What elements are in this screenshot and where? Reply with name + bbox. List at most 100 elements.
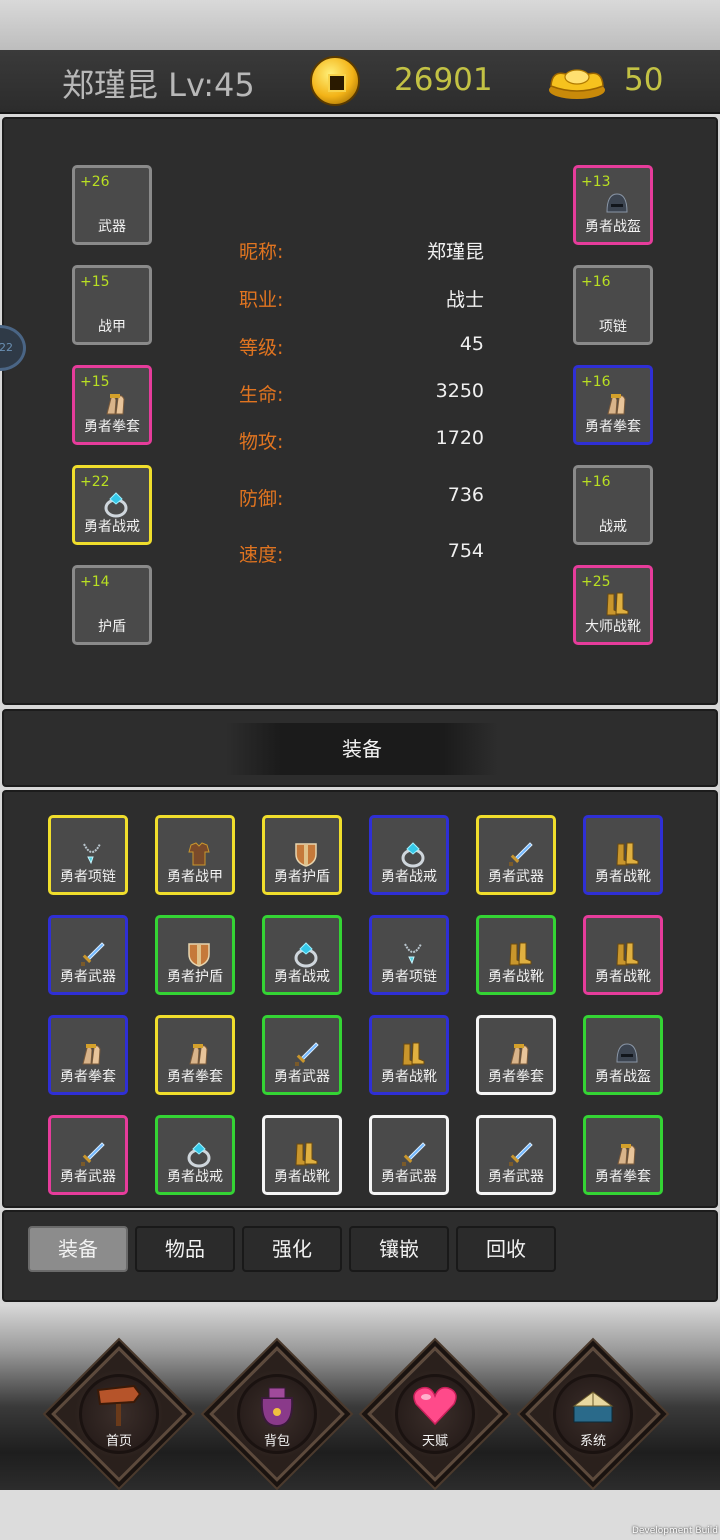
shield-icon [185, 940, 213, 968]
slot-name: 勇者战靴 [595, 869, 651, 885]
equipped-right-slot[interactable]: +13 勇者战盔 [573, 165, 653, 245]
slot-name: 战戒 [599, 519, 627, 535]
slot-level: +26 [80, 174, 110, 190]
player-header: 郑瑾昆 Lv:45 26901 50 [0, 50, 720, 114]
slot-level: +16 [581, 474, 611, 490]
inventory-item-slot[interactable]: 勇者战靴 [262, 1115, 342, 1195]
tab-enhance[interactable]: 强化 [242, 1226, 342, 1272]
boots-icon [292, 1140, 320, 1168]
inventory-item-slot[interactable]: 勇者拳套 [155, 1015, 235, 1095]
inventory-item-slot[interactable]: 勇者拳套 [583, 1115, 663, 1195]
slot-name: 勇者拳套 [585, 419, 641, 435]
inventory-item-slot[interactable]: 勇者战靴 [583, 915, 663, 995]
signpost-icon [94, 1382, 144, 1428]
slot-name: 勇者护盾 [274, 869, 330, 885]
gauntlet-icon [613, 1140, 641, 1168]
gauntlet-icon [185, 1040, 213, 1068]
slot-name: 勇者战甲 [167, 869, 223, 885]
equipped-right-slot[interactable]: +16 项链 [573, 265, 653, 345]
inventory-item-slot[interactable]: 勇者战甲 [155, 815, 235, 895]
inventory-item-slot[interactable]: 勇者战靴 [476, 915, 556, 995]
slot-level: +16 [581, 274, 611, 290]
slot-level: +13 [581, 174, 611, 190]
character-panel: 22 +26 武器 +15 战甲 +15 勇者拳套 +22 勇者战戒 +14 护盾 +13 勇者战盔… [0, 117, 718, 705]
stat-value: 郑瑾昆 [426, 241, 484, 263]
stat-value: 736 [447, 484, 484, 506]
inventory-item-slot[interactable]: 勇者拳套 [48, 1015, 128, 1095]
equipped-left-slot[interactable]: +26 武器 [72, 165, 152, 245]
inventory-item-slot[interactable]: 勇者战戒 [155, 1115, 235, 1195]
heart-icon [410, 1382, 460, 1428]
equipped-left-slot[interactable]: +15 勇者拳套 [72, 365, 152, 445]
inventory-item-slot[interactable]: 勇者战戒 [262, 915, 342, 995]
sword-icon [399, 1140, 427, 1168]
player-name-level: 郑瑾昆 Lv:45 [62, 66, 255, 104]
boots-icon [399, 1040, 427, 1068]
slot-name: 勇者拳套 [488, 1069, 544, 1085]
bottom-strip: Development Build [0, 1490, 720, 1540]
equipped-right-slot[interactable]: +16 战戒 [573, 465, 653, 545]
inventory-item-slot[interactable]: 勇者项链 [369, 915, 449, 995]
sword-icon [78, 1140, 106, 1168]
equipped-left-slot[interactable]: +14 护盾 [72, 565, 152, 645]
slot-name: 勇者武器 [60, 969, 116, 985]
nav-bag-button[interactable]: 背包 [204, 1344, 350, 1484]
equipped-right-slot[interactable]: +25 大师战靴 [573, 565, 653, 645]
slot-name: 勇者拳套 [595, 1169, 651, 1185]
slot-name: 勇者战靴 [381, 1069, 437, 1085]
nav-system-button[interactable]: 系统 [520, 1344, 666, 1484]
necklace-icon [399, 940, 427, 968]
inventory-item-slot[interactable]: 勇者武器 [476, 815, 556, 895]
equipped-left-slot[interactable]: +15 战甲 [72, 265, 152, 345]
nav-talent-button[interactable]: 天赋 [362, 1344, 508, 1484]
inventory-item-slot[interactable]: 勇者武器 [262, 1015, 342, 1095]
slot-name: 勇者战靴 [274, 1169, 330, 1185]
slot-level: +15 [80, 374, 110, 390]
bag-icon [252, 1382, 302, 1428]
nav-home-button[interactable]: 首页 [46, 1344, 192, 1484]
inventory-item-slot[interactable]: 勇者护盾 [262, 815, 342, 895]
slot-name: 勇者项链 [60, 869, 116, 885]
slot-name: 勇者拳套 [167, 1069, 223, 1085]
nav-label: 首页 [105, 1434, 132, 1449]
sword-icon [78, 940, 106, 968]
inventory-item-slot[interactable]: 勇者武器 [48, 1115, 128, 1195]
ring-icon [185, 1140, 213, 1168]
boots-icon [506, 940, 534, 968]
slot-level: +15 [80, 274, 110, 290]
tab-inlay[interactable]: 镶嵌 [349, 1226, 449, 1272]
gold-ingot-icon [549, 69, 605, 99]
coin-icon [310, 56, 360, 106]
equipped-right-slot[interactable]: +16 勇者拳套 [573, 365, 653, 445]
stat-label: 速度: [239, 544, 284, 566]
inventory-item-slot[interactable]: 勇者武器 [476, 1115, 556, 1195]
book-icon [568, 1382, 618, 1428]
boots-icon [603, 590, 631, 618]
slot-name: 项链 [599, 319, 627, 335]
tab-recycle[interactable]: 回收 [456, 1226, 556, 1272]
inventory-item-slot[interactable]: 勇者武器 [48, 915, 128, 995]
necklace-icon [78, 840, 106, 868]
slot-level: +16 [581, 374, 611, 390]
inventory-item-slot[interactable]: 勇者战戒 [369, 815, 449, 895]
helmet-icon [603, 190, 631, 218]
inventory-item-slot[interactable]: 勇者项链 [48, 815, 128, 895]
inventory-item-slot[interactable]: 勇者战盔 [583, 1015, 663, 1095]
side-tab-button[interactable]: 22 [0, 325, 26, 371]
slot-name: 勇者武器 [488, 1169, 544, 1185]
inventory-item-slot[interactable]: 勇者战靴 [583, 815, 663, 895]
inventory-item-slot[interactable]: 勇者战靴 [369, 1015, 449, 1095]
tab-items[interactable]: 物品 [135, 1226, 235, 1272]
slot-name: 勇者战盔 [585, 219, 641, 235]
ring-icon [292, 940, 320, 968]
inventory-item-slot[interactable]: 勇者武器 [369, 1115, 449, 1195]
equipped-left-slot[interactable]: +22 勇者战戒 [72, 465, 152, 545]
inventory-item-slot[interactable]: 勇者拳套 [476, 1015, 556, 1095]
inventory-item-slot[interactable]: 勇者护盾 [155, 915, 235, 995]
stat-value: 1720 [435, 427, 484, 449]
gauntlet-icon [506, 1040, 534, 1068]
slot-name: 勇者拳套 [84, 419, 140, 435]
stat-label: 职业: [239, 289, 284, 311]
gauntlet-icon [102, 390, 130, 418]
tab-equipment[interactable]: 装备 [28, 1226, 128, 1272]
